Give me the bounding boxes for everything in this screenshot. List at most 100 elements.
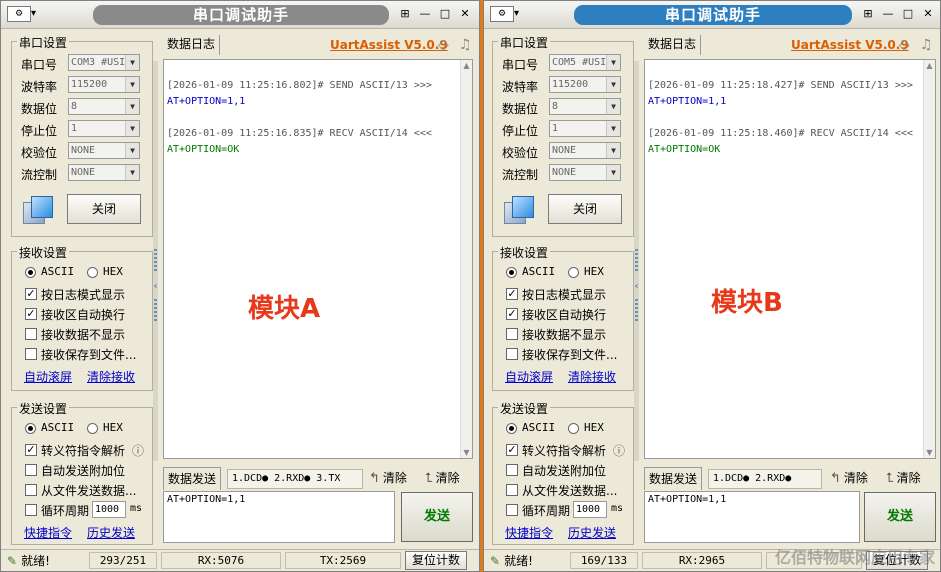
auto-scroll-link[interactable]: 自动滚屏 <box>505 368 553 385</box>
scroll-down-icon[interactable]: ▼ <box>461 448 472 457</box>
log-mode-checkbox[interactable]: ✓ <box>25 288 37 300</box>
tab-data-send[interactable]: 数据发送 <box>644 467 703 490</box>
log-mode-checkbox[interactable]: ✓ <box>506 288 518 300</box>
send-hex-radio[interactable] <box>568 423 579 434</box>
databits-select[interactable]: 8 ▼ <box>68 98 140 115</box>
title-bar[interactable]: ⚙ ▾ 串口调试助手 ⊞ — □ ✕ <box>484 1 940 29</box>
send-history-link[interactable]: 历史发送 <box>87 524 135 541</box>
clear-receive-link[interactable]: 清除接收 <box>87 368 135 385</box>
cycle-checkbox[interactable] <box>506 504 518 516</box>
title-bar[interactable]: ⚙ ▾ 串口调试助手 ⊞ — □ ✕ <box>1 1 479 29</box>
log-scrollbar[interactable]: ▲ ▼ <box>460 60 472 458</box>
send-button[interactable]: 发送 <box>864 492 936 542</box>
send-from-file-checkbox[interactable] <box>25 484 37 496</box>
tab-data-send[interactable]: 数据发送 <box>163 467 222 490</box>
tab-data-log[interactable]: 数据日志 <box>644 35 702 55</box>
panel-splitter[interactable]: ‹ <box>153 61 158 461</box>
minimize-button[interactable]: — <box>880 6 896 22</box>
scroll-up-icon[interactable]: ▲ <box>461 61 472 70</box>
scroll-down-icon[interactable]: ▼ <box>924 448 935 457</box>
info-icon[interactable]: ⓘ <box>132 442 144 459</box>
auto-scroll-link[interactable]: 自动滚屏 <box>24 368 72 385</box>
shortcut-commands-link[interactable]: 快捷指令 <box>505 524 553 541</box>
escape-parse-checkbox[interactable]: ✓ <box>25 444 37 456</box>
append-bits-checkbox[interactable] <box>506 464 518 476</box>
recv-hex-radio[interactable] <box>568 267 579 278</box>
chevron-down-icon[interactable]: ▼ <box>125 55 139 70</box>
close-port-button[interactable]: 关闭 <box>548 194 622 224</box>
pin-icon[interactable]: ⊞ <box>860 6 876 22</box>
cycle-period-input[interactable]: 1000 <box>92 501 126 518</box>
stopbits-select[interactable]: 1 ▼ <box>68 120 140 137</box>
chevron-down-icon[interactable]: ▼ <box>606 121 620 136</box>
scroll-up-icon[interactable]: ▲ <box>924 61 935 70</box>
send-input[interactable]: AT+OPTION=1,1 <box>644 491 860 543</box>
app-logo-icon[interactable]: ⚙ <box>7 6 31 22</box>
send-history-link[interactable]: 历史发送 <box>568 524 616 541</box>
close-window-button[interactable]: ✕ <box>457 6 473 22</box>
reset-count-button[interactable]: 复位计数 <box>405 551 467 570</box>
info-icon[interactable]: ⓘ <box>613 442 625 459</box>
parity-select[interactable]: NONE ▼ <box>68 142 140 159</box>
collapse-chevron-icon[interactable]: ‹ <box>633 281 640 292</box>
save-file-checkbox[interactable] <box>25 348 37 360</box>
chevron-down-icon[interactable]: ▼ <box>125 99 139 114</box>
chevron-down-icon[interactable]: ▼ <box>606 55 620 70</box>
send-hex-radio[interactable] <box>87 423 98 434</box>
stopbits-select[interactable]: 1 ▼ <box>549 120 621 137</box>
clear-send-button[interactable]: ↰ 清除 <box>369 469 407 488</box>
port-select[interactable]: COM5 #USI ▼ <box>549 54 621 71</box>
baud-select[interactable]: 115200 ▼ <box>68 76 140 93</box>
flow-select[interactable]: NONE ▼ <box>68 164 140 181</box>
auto-wrap-checkbox[interactable]: ✓ <box>506 308 518 320</box>
bell-icon[interactable]: ♫ <box>920 37 933 53</box>
tab-data-log[interactable]: 数据日志 <box>163 35 221 55</box>
port-select[interactable]: COM3 #USI ▼ <box>68 54 140 71</box>
recv-ascii-radio[interactable] <box>506 267 517 278</box>
brand-link[interactable]: UartAssist V5.0.9 <box>791 38 909 52</box>
chevron-down-icon[interactable]: ▼ <box>606 77 620 92</box>
chevron-down-icon[interactable]: ▼ <box>125 165 139 180</box>
shortcut-commands-link[interactable]: 快捷指令 <box>24 524 72 541</box>
auto-wrap-checkbox[interactable]: ✓ <box>25 308 37 320</box>
send-from-file-checkbox[interactable] <box>506 484 518 496</box>
log-scrollbar[interactable]: ▲ ▼ <box>923 60 935 458</box>
maximize-button[interactable]: □ <box>900 6 916 22</box>
parity-select[interactable]: NONE ▼ <box>549 142 621 159</box>
recv-hex-radio[interactable] <box>87 267 98 278</box>
close-port-button[interactable]: 关闭 <box>67 194 141 224</box>
brand-link[interactable]: UartAssist V5.0.9 <box>330 38 448 52</box>
send-button[interactable]: 发送 <box>401 492 473 542</box>
chevron-down-icon[interactable]: ▼ <box>606 165 620 180</box>
recv-ascii-radio[interactable] <box>25 267 36 278</box>
hide-data-checkbox[interactable] <box>25 328 37 340</box>
baud-select[interactable]: 115200 ▼ <box>549 76 621 93</box>
diamond-icon[interactable]: ◇ <box>899 37 910 53</box>
chevron-down-icon[interactable]: ▼ <box>125 121 139 136</box>
escape-parse-checkbox[interactable]: ✓ <box>506 444 518 456</box>
send-ascii-radio[interactable] <box>25 423 36 434</box>
flow-select[interactable]: NONE ▼ <box>549 164 621 181</box>
app-logo-icon[interactable]: ⚙ <box>490 6 514 22</box>
clear-all-button[interactable]: ⮤ 清除 <box>425 469 460 488</box>
hide-data-checkbox[interactable] <box>506 328 518 340</box>
collapse-chevron-icon[interactable]: ‹ <box>152 281 159 292</box>
pin-icon[interactable]: ⊞ <box>397 6 413 22</box>
system-menu-chevron-icon[interactable]: ▾ <box>31 7 43 21</box>
chevron-down-icon[interactable]: ▼ <box>125 143 139 158</box>
chevron-down-icon[interactable]: ▼ <box>606 99 620 114</box>
diamond-icon[interactable]: ◇ <box>438 37 449 53</box>
save-file-checkbox[interactable] <box>506 348 518 360</box>
clear-all-button[interactable]: ⮤ 清除 <box>886 469 921 488</box>
send-ascii-radio[interactable] <box>506 423 517 434</box>
close-window-button[interactable]: ✕ <box>920 6 936 22</box>
bell-icon[interactable]: ♫ <box>459 37 472 53</box>
minimize-button[interactable]: — <box>417 6 433 22</box>
chevron-down-icon[interactable]: ▼ <box>606 143 620 158</box>
receive-log[interactable]: [2026-01-09 11:25:18.427]# SEND ASCII/13… <box>644 59 936 459</box>
databits-select[interactable]: 8 ▼ <box>549 98 621 115</box>
receive-log[interactable]: [2026-01-09 11:25:16.802]# SEND ASCII/13… <box>163 59 473 459</box>
chevron-down-icon[interactable]: ▼ <box>125 77 139 92</box>
cycle-period-input[interactable]: 1000 <box>573 501 607 518</box>
cycle-checkbox[interactable] <box>25 504 37 516</box>
